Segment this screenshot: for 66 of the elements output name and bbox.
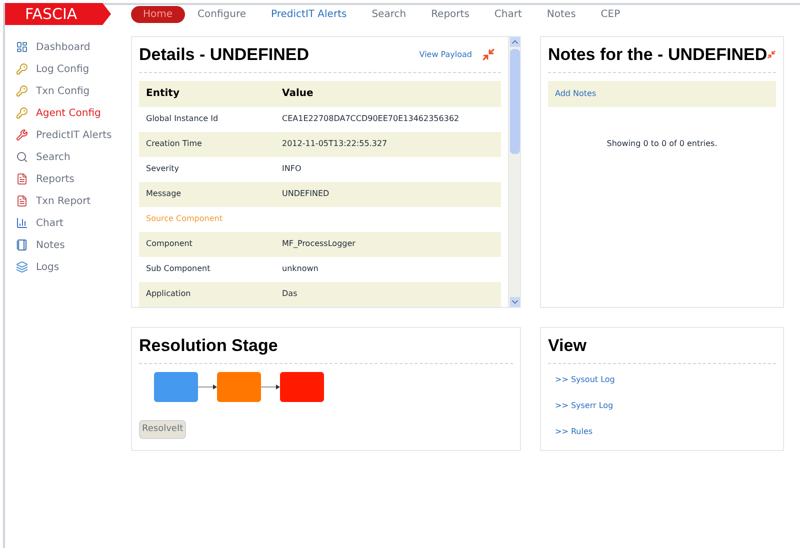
report-icon (16, 195, 28, 207)
key-icon (16, 107, 28, 119)
dashboard-icon (16, 41, 28, 53)
layers-icon (16, 261, 28, 273)
table-cell-text: Message (146, 188, 182, 200)
table-cell: unknown (282, 263, 318, 275)
section-label: Source Component (146, 213, 222, 225)
sidebar-item[interactable]: Logs (16, 256, 126, 278)
entries-info: Showing 0 to 0 of 0 entries. (606, 138, 718, 148)
scroll-up-icon[interactable] (510, 37, 520, 47)
collapse-icon[interactable] (482, 48, 495, 62)
report-icon (16, 173, 28, 185)
search-icon (16, 151, 28, 163)
view-link[interactable]: >> Syserr Log (555, 400, 776, 412)
nav-tab[interactable]: Reports (419, 6, 482, 22)
bar-chart-icon (16, 217, 28, 229)
add-notes-link[interactable]: Add Notes (555, 88, 596, 100)
nav-tab[interactable]: Configure (186, 6, 258, 22)
table-cell: INFO (282, 163, 302, 175)
sidebar-item[interactable]: Notes (16, 234, 126, 256)
view-link[interactable]: >> Sysout Log (555, 374, 776, 386)
table-cell-text: Component (146, 238, 194, 250)
nav-tab[interactable]: PredictIT Alerts (259, 6, 359, 22)
panel-title: Resolution Stage (139, 335, 278, 357)
nav-tab[interactable]: Search (360, 6, 418, 22)
logo-banner: FASCIA (5, 3, 111, 25)
table-cell-text: Application (146, 288, 192, 300)
collapse-icon[interactable] (767, 48, 776, 62)
nav-tab[interactable]: CEP (588, 6, 632, 22)
table-cell: Das (282, 288, 298, 300)
column-header: Entity (146, 87, 180, 101)
panel-title: Notes for the - UNDEFINED (548, 44, 768, 66)
nav-tab[interactable]: Chart (482, 6, 534, 22)
column-header: Value (282, 87, 314, 101)
table-cell-text: Creation Time (146, 138, 203, 150)
sidebar-item[interactable]: Dashboard (16, 36, 126, 58)
sidebar-item[interactable]: Log Config (16, 58, 126, 80)
sidebar-item[interactable]: PredictIT Alerts (16, 124, 126, 146)
table-cell-text: Severity (146, 163, 180, 175)
sidebar-item[interactable]: Txn Report (16, 190, 126, 212)
view-link[interactable]: >> Rules (555, 426, 776, 438)
table-cell: MF_ProcessLogger (282, 238, 356, 250)
key-icon (16, 63, 28, 75)
table-cell-text: Sub Component (146, 263, 212, 275)
nav-tab[interactable]: Home (131, 6, 185, 22)
scroll-down-icon[interactable] (510, 297, 520, 307)
wrench-icon (16, 129, 28, 141)
sidebar-item[interactable]: Search (16, 146, 126, 168)
panel-title: View (548, 335, 586, 357)
table-cell: UNDEFINED (282, 188, 330, 200)
sidebar-item[interactable]: Chart (16, 212, 126, 234)
scrollbar[interactable] (508, 37, 520, 307)
connector-arrow (261, 384, 280, 390)
panel-title: Details - UNDEFINED (139, 44, 310, 66)
table-cell: 2012-11-05T13:22:55.327 (282, 138, 388, 150)
table-cell-text: Global Instance Id (146, 113, 220, 125)
key-icon (16, 85, 28, 97)
scroll-thumb[interactable] (510, 49, 520, 154)
table-cell: CEA1E22708DA7CCD90EE70E13462356362 (282, 113, 460, 125)
view-payload-link[interactable]: View Payload (419, 48, 472, 61)
sidebar-item[interactable]: Txn Config (16, 80, 126, 102)
notebook-icon (16, 239, 28, 251)
connector-arrow (198, 384, 217, 390)
nav-tab[interactable]: Notes (534, 6, 588, 22)
sidebar-item[interactable]: Agent Config (16, 102, 126, 124)
sidebar-item[interactable]: Reports (16, 168, 126, 190)
